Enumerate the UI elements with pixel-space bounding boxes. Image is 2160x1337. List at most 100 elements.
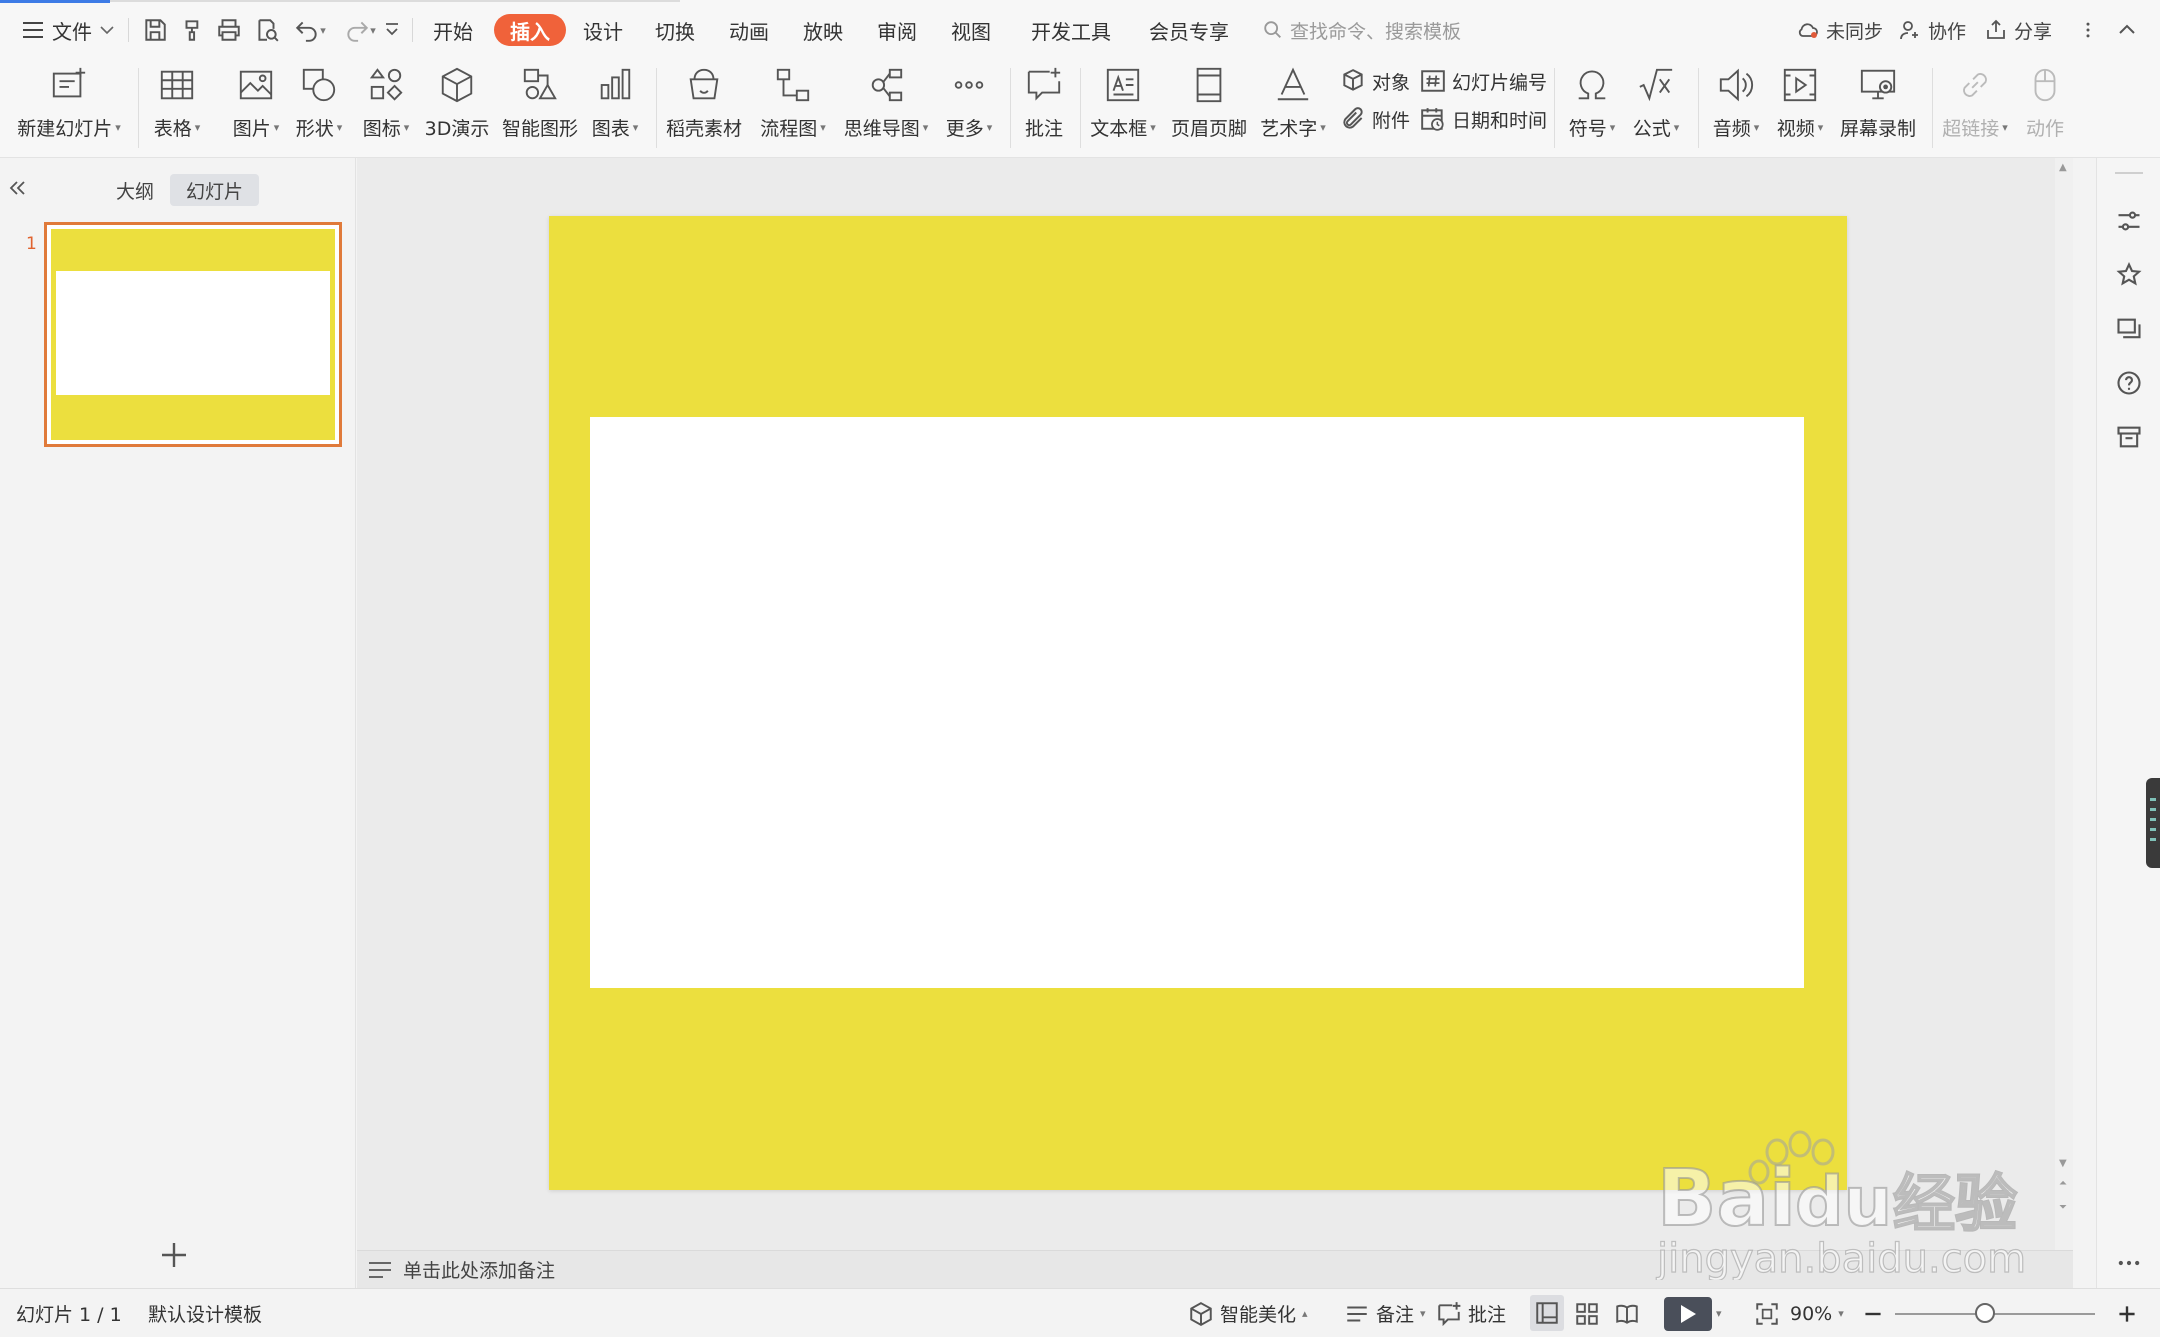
daoke-assets-button[interactable]: 稻壳素材: [664, 62, 744, 152]
chart-button[interactable]: 图表 ▾: [588, 62, 642, 152]
scroll-up-icon[interactable]: ▲: [2059, 162, 2067, 173]
backup-button[interactable]: [2114, 422, 2144, 452]
print-preview-button[interactable]: [252, 14, 282, 46]
wordart-button[interactable]: 艺术字 ▾: [1256, 62, 1330, 152]
slide-thumbnail[interactable]: [44, 222, 342, 447]
share-button[interactable]: 分享: [1984, 14, 2052, 46]
tab-animations[interactable]: 动画: [728, 14, 770, 46]
tab-developer[interactable]: 开发工具: [1030, 14, 1112, 46]
notes-bar[interactable]: 单击此处添加备注: [357, 1250, 2073, 1288]
mindmap-button[interactable]: 思维导图 ▾: [842, 62, 930, 152]
object-button[interactable]: 对象: [1340, 66, 1410, 96]
slide-1[interactable]: [549, 216, 1847, 1190]
shape-label: 形状: [295, 118, 334, 140]
slide-sorter-view-button[interactable]: [1570, 1289, 1604, 1337]
animation-pane-button[interactable]: [2114, 260, 2144, 290]
collapse-panel-button[interactable]: [8, 176, 28, 204]
video-button[interactable]: 视频 ▾: [1770, 62, 1830, 152]
zoom-level-dropdown[interactable]: 90% ▾: [1790, 1289, 1844, 1337]
properties-button[interactable]: [2114, 206, 2144, 236]
tab-slides[interactable]: 幻灯片: [170, 174, 260, 206]
smart-beautify-button[interactable]: 智能美化 ▴: [1188, 1289, 1308, 1337]
redo-button[interactable]: ▾: [340, 14, 380, 46]
customize-quick-access-button[interactable]: [380, 14, 404, 46]
slideshow-options-button[interactable]: ▾: [1716, 1289, 1722, 1337]
date-time-button[interactable]: 日期和时间: [1420, 104, 1547, 134]
more-panes-button[interactable]: [2114, 1248, 2144, 1278]
table-button[interactable]: 表格 ▾: [146, 62, 208, 152]
textbox-button[interactable]: 文本框 ▾: [1088, 62, 1158, 152]
undo-button[interactable]: ▾: [290, 14, 330, 46]
next-slide-icon[interactable]: ⏷: [2059, 1202, 2067, 1213]
notes-toggle-button[interactable]: 备注 ▾: [1344, 1289, 1426, 1337]
tab-design[interactable]: 设计: [582, 14, 624, 46]
hamburger-icon: [23, 22, 43, 38]
play-slideshow-button[interactable]: [1664, 1297, 1712, 1331]
previous-slide-icon[interactable]: ⏶: [2059, 1178, 2067, 1189]
zoom-slider-track[interactable]: [1895, 1313, 2095, 1315]
3d-demo-button[interactable]: 3D演示: [424, 62, 490, 152]
redo-dropdown-icon[interactable]: ▾: [370, 24, 376, 37]
slide-editing-canvas[interactable]: ▲ ▼ ⏶ ⏷: [357, 158, 2073, 1250]
zoom-slider-handle[interactable]: [1975, 1303, 1995, 1323]
transition-pane-button[interactable]: [2114, 314, 2144, 344]
formula-button[interactable]: 公式 ▾: [1626, 62, 1686, 152]
sync-status-button[interactable]: 未同步: [1796, 14, 1883, 46]
tab-slideshow[interactable]: 放映: [802, 14, 844, 46]
new-slide-button[interactable]: 新建幻灯片 ▾: [14, 62, 124, 152]
comment-button[interactable]: 批注: [1020, 62, 1068, 152]
file-menu-button[interactable]: 文件: [22, 14, 114, 46]
side-drawer-handle[interactable]: [2146, 778, 2160, 868]
shape-button[interactable]: 形状 ▾: [288, 62, 350, 152]
tab-view[interactable]: 视图: [950, 14, 992, 46]
normal-view-button[interactable]: [1530, 1295, 1564, 1331]
zoom-out-button[interactable]: [1860, 1289, 1886, 1337]
screen-record-button[interactable]: 屏幕录制: [1836, 62, 1920, 152]
flowchart-button[interactable]: 流程图 ▾: [756, 62, 830, 152]
share-label: 分享: [2014, 20, 2053, 43]
more-options-button[interactable]: [2078, 14, 2098, 46]
plus-icon: [162, 1243, 186, 1267]
zoom-level-value: 90%: [1790, 1302, 1833, 1325]
title-menu-bar: 文件 ▾ ▾ 开始 插入 设计 切换 动画 放映 审阅 视图 开发工具 会员专享…: [0, 0, 2160, 58]
attachment-button[interactable]: 附件: [1340, 104, 1410, 134]
icon-library-button[interactable]: 图标 ▾: [356, 62, 416, 152]
white-rectangle-shape[interactable]: [590, 417, 1804, 988]
save-button[interactable]: [140, 14, 170, 46]
help-button[interactable]: [2114, 368, 2144, 398]
daoke-assets-label: 稻壳素材: [665, 118, 742, 140]
tab-home[interactable]: 开始: [432, 14, 474, 46]
tab-transitions[interactable]: 切换: [654, 14, 696, 46]
slide-number-button[interactable]: 幻灯片编号: [1420, 66, 1547, 96]
design-template-label[interactable]: 默认设计模板: [148, 1289, 262, 1337]
thumbnail-white-box: [56, 271, 330, 395]
header-footer-button[interactable]: 页眉页脚: [1170, 62, 1248, 152]
hyperlink-button[interactable]: 超链接 ▾: [1940, 62, 2010, 152]
fit-window-button[interactable]: [1754, 1289, 1780, 1337]
undo-dropdown-icon[interactable]: ▾: [320, 24, 326, 37]
tab-member[interactable]: 会员专享: [1148, 14, 1230, 46]
formula-label: 公式: [1632, 118, 1671, 140]
icons-icon: [369, 68, 403, 101]
vertical-scrollbar[interactable]: ▲ ▼ ⏶ ⏷: [2055, 158, 2073, 1250]
scroll-down-icon[interactable]: ▼: [2059, 1158, 2067, 1169]
comments-toggle-button[interactable]: 批注: [1436, 1289, 1506, 1337]
audio-button[interactable]: 音频 ▾: [1706, 62, 1766, 152]
print-button[interactable]: [214, 14, 244, 46]
picture-button[interactable]: 图片 ▾: [226, 62, 286, 152]
collapse-ribbon-button[interactable]: [2114, 14, 2140, 46]
collaborate-button[interactable]: 协作: [1898, 14, 1966, 46]
symbol-button[interactable]: 符号 ▾: [1562, 62, 1622, 152]
tab-insert[interactable]: 插入: [494, 14, 566, 46]
action-button[interactable]: 动作: [2018, 62, 2072, 152]
command-search-input[interactable]: 查找命令、搜索模板: [1262, 14, 1461, 46]
divider: [1010, 68, 1011, 148]
tab-outline[interactable]: 大纲: [100, 174, 170, 206]
tab-review[interactable]: 审阅: [876, 14, 918, 46]
reading-view-button[interactable]: [1610, 1289, 1644, 1337]
more-button[interactable]: 更多 ▾: [942, 62, 996, 152]
add-slide-button[interactable]: [160, 1238, 188, 1278]
zoom-in-button[interactable]: [2114, 1289, 2140, 1337]
format-painter-button[interactable]: [178, 14, 208, 46]
smartart-button[interactable]: 智能图形: [500, 62, 580, 152]
